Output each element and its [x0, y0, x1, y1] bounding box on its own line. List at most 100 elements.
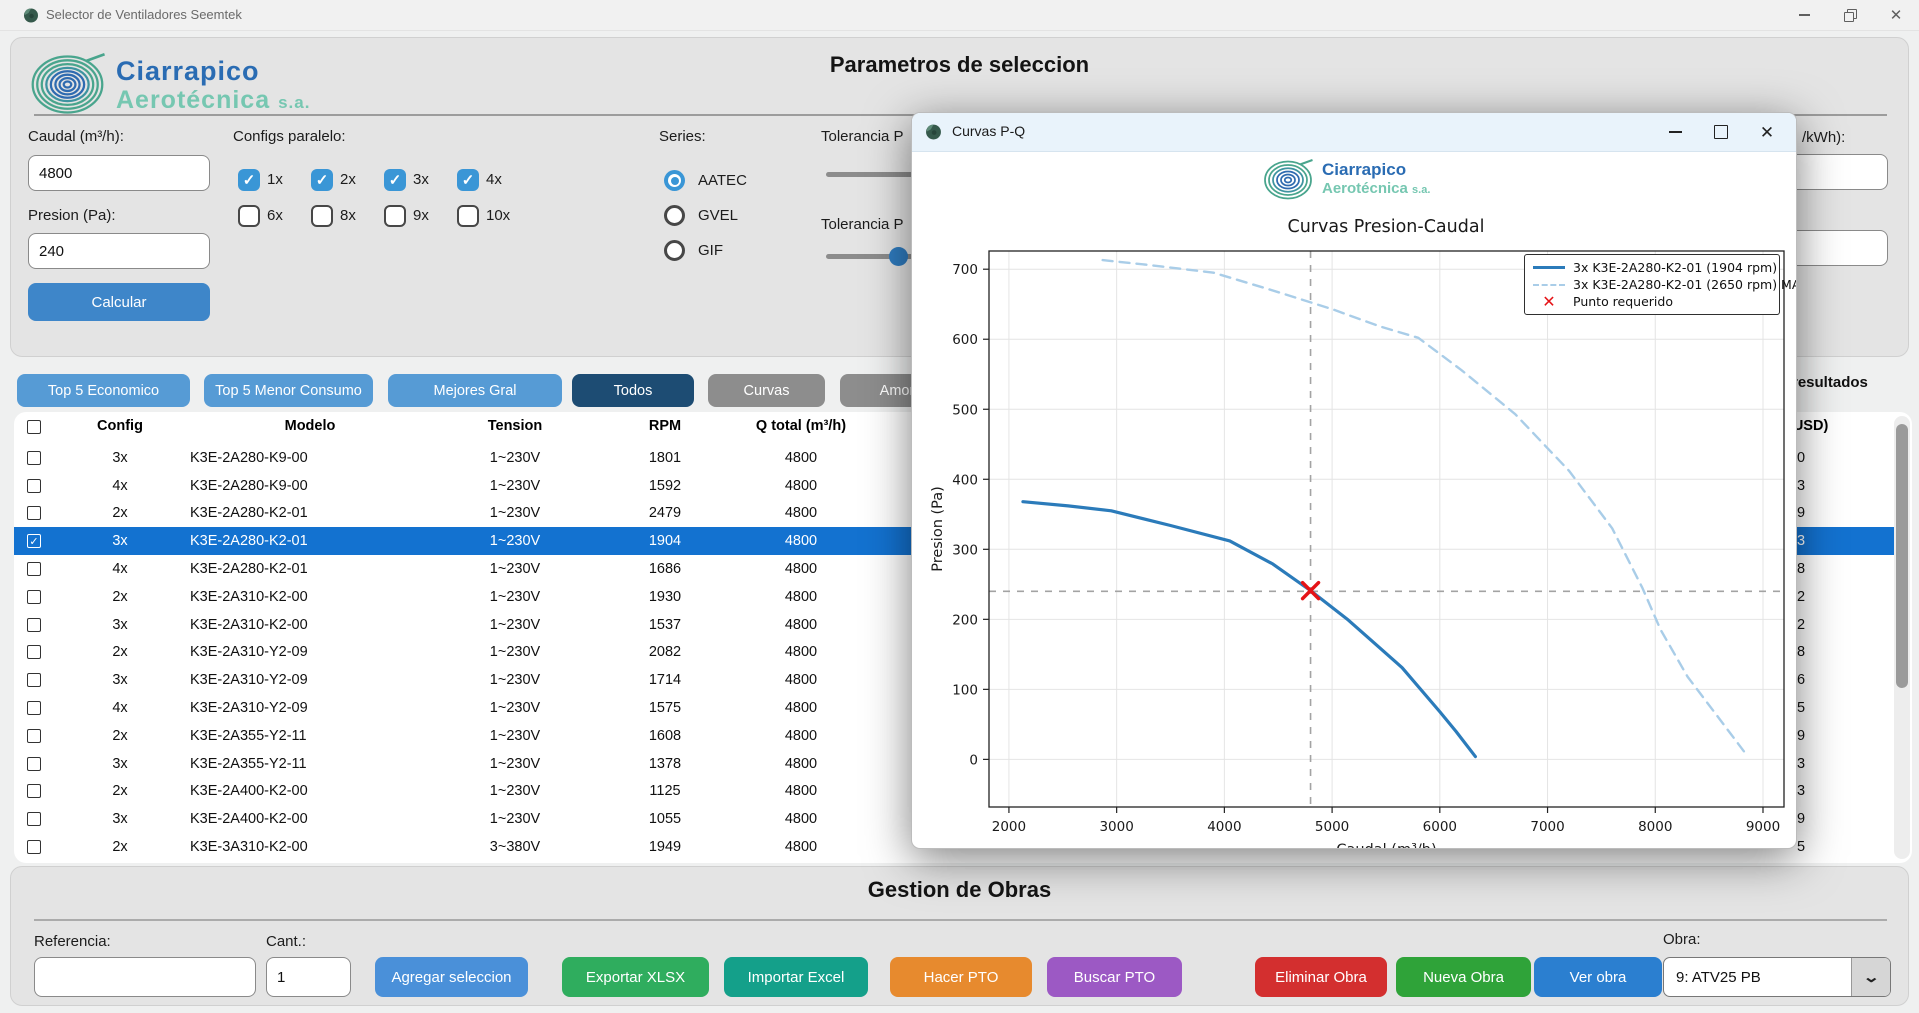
row-checkbox[interactable] [27, 590, 41, 604]
ver-obra-button[interactable]: Ver obra [1534, 957, 1662, 997]
eliminar-obra-button[interactable]: Eliminar Obra [1255, 957, 1387, 997]
caudal-input[interactable] [28, 155, 210, 191]
cell-qtotal: 4800 [716, 811, 886, 827]
select-all-checkbox[interactable] [27, 420, 41, 434]
column-header-rpm[interactable]: RPM [610, 418, 720, 434]
row-checkbox[interactable] [27, 784, 41, 798]
cell-rpm: 1378 [610, 756, 720, 772]
series-radio-AATEC[interactable] [664, 170, 685, 191]
exportar-xlsx-button[interactable]: Exportar XLSX [562, 957, 709, 997]
window-title: Selector de Ventiladores Seemtek [46, 7, 242, 22]
row-checkbox[interactable]: ✓ [27, 534, 41, 548]
row-checkbox[interactable] [27, 645, 41, 659]
panel-title: Parametros de seleccion [11, 52, 1908, 78]
row-checkbox[interactable] [27, 451, 41, 465]
cell-usd: 3 [1797, 533, 1877, 549]
row-checkbox[interactable] [27, 479, 41, 493]
config-checkbox-4x[interactable]: ✓ [457, 169, 479, 191]
close-button[interactable]: ✕ [1873, 0, 1919, 30]
cell-config: 2x [50, 839, 190, 855]
presion-input[interactable] [28, 233, 210, 269]
cell-config: 3x [50, 617, 190, 633]
column-header-config[interactable]: Config [50, 418, 190, 434]
cell-qtotal: 4800 [716, 478, 886, 494]
row-checkbox[interactable] [27, 729, 41, 743]
dialog-maximize-button[interactable] [1698, 113, 1744, 151]
calcular-button[interactable]: Calcular [28, 283, 210, 321]
legend-item-dashed: 3x K3E-2A280-K2-01 (2650 rpm) MAX [1533, 276, 1771, 293]
buscar-pto-button[interactable]: Buscar PTO [1047, 957, 1182, 997]
dialog-close-button[interactable]: ✕ [1744, 113, 1790, 151]
referencia-input[interactable] [34, 957, 256, 997]
obra-select[interactable]: 9: ATV25 PB ⌄ [1663, 957, 1891, 997]
cell-rpm: 1949 [610, 839, 720, 855]
cell-modelo: K3E-2A310-Y2-09 [190, 672, 430, 688]
nueva-obra-button[interactable]: Nueva Obra [1396, 957, 1531, 997]
tab-top-5-economico[interactable]: Top 5 Economico [17, 374, 190, 407]
series-radio-GIF[interactable] [664, 240, 685, 261]
dialog-minimize-button[interactable] [1652, 113, 1698, 151]
row-checkbox[interactable] [27, 757, 41, 771]
row-checkbox[interactable] [27, 840, 41, 854]
cell-qtotal: 4800 [716, 839, 886, 855]
series-radio-GVEL[interactable] [664, 205, 685, 226]
cell-tension: 1~230V [420, 811, 610, 827]
importar-excel-button[interactable]: Importar Excel [724, 957, 868, 997]
row-checkbox[interactable] [27, 673, 41, 687]
chevron-down-icon[interactable]: ⌄ [1851, 958, 1890, 996]
column-header-usd[interactable]: (USD) [1788, 418, 1888, 434]
svg-text:400: 400 [952, 472, 978, 488]
solid-line-icon [1533, 266, 1565, 269]
tolerancia1-label: Tolerancia P [821, 128, 904, 145]
cell-usd: 3 [1797, 478, 1877, 494]
tolerancia1-slider[interactable] [826, 172, 922, 177]
cant-input[interactable] [266, 957, 351, 997]
cell-tension: 1~230V [420, 450, 610, 466]
cell-config: 3x [50, 533, 190, 549]
config-checkbox-10x[interactable] [457, 205, 479, 227]
row-checkbox[interactable] [27, 618, 41, 632]
chart-legend: 3x K3E-2A280-K2-01 (1904 rpm) 3x K3E-2A2… [1524, 254, 1780, 315]
cell-config: 2x [50, 589, 190, 605]
cell-rpm: 1930 [610, 589, 720, 605]
tab-curvas[interactable]: Curvas [708, 374, 825, 407]
tab-todos[interactable]: Todos [572, 374, 694, 407]
cell-qtotal: 4800 [716, 783, 886, 799]
cell-modelo: K3E-2A400-K2-00 [190, 783, 430, 799]
restore-button[interactable] [1827, 0, 1873, 30]
cell-config: 4x [50, 561, 190, 577]
tab-mejores-gral[interactable]: Mejores Gral [388, 374, 562, 407]
tab-top-5-menor-consumo[interactable]: Top 5 Menor Consumo [204, 374, 373, 407]
config-checkbox-6x[interactable] [238, 205, 260, 227]
cell-usd: 9 [1797, 811, 1877, 827]
obra-select-value: 9: ATV25 PB [1664, 969, 1851, 986]
svg-text:5000: 5000 [1315, 819, 1349, 835]
row-checkbox[interactable] [27, 562, 41, 576]
column-header-q-total-m-h-[interactable]: Q total (m³/h) [716, 418, 886, 434]
config-checkbox-8x[interactable] [311, 205, 333, 227]
obras-separator [34, 919, 1887, 921]
row-checkbox[interactable] [27, 812, 41, 826]
minimize-button[interactable] [1781, 0, 1827, 30]
cell-tension: 1~230V [420, 700, 610, 716]
cell-tension: 1~230V [420, 561, 610, 577]
row-checkbox[interactable] [27, 506, 41, 520]
config-checkbox-1x[interactable]: ✓ [238, 169, 260, 191]
agregar-seleccion-button[interactable]: Agregar seleccion [375, 957, 528, 997]
cant-label: Cant.: [266, 933, 306, 950]
brand-suffix: s.a. [278, 93, 310, 112]
column-header-tension[interactable]: Tension [420, 418, 610, 434]
config-checkbox-3x[interactable]: ✓ [384, 169, 406, 191]
svg-text:Presion (Pa): Presion (Pa) [930, 486, 946, 572]
table-scrollbar-thumb[interactable] [1896, 424, 1908, 688]
column-header-modelo[interactable]: Modelo [190, 418, 430, 434]
svg-text:6000: 6000 [1423, 819, 1457, 835]
chart-area: Curvas Presion-Caudal 200030004000500060… [912, 151, 1796, 848]
config-checkbox-9x[interactable] [384, 205, 406, 227]
tolerancia2-slider-handle[interactable] [889, 247, 908, 266]
row-checkbox[interactable] [27, 701, 41, 715]
cell-config: 2x [50, 783, 190, 799]
svg-text:700: 700 [952, 262, 978, 278]
config-checkbox-2x[interactable]: ✓ [311, 169, 333, 191]
hacer-pto-button[interactable]: Hacer PTO [890, 957, 1032, 997]
